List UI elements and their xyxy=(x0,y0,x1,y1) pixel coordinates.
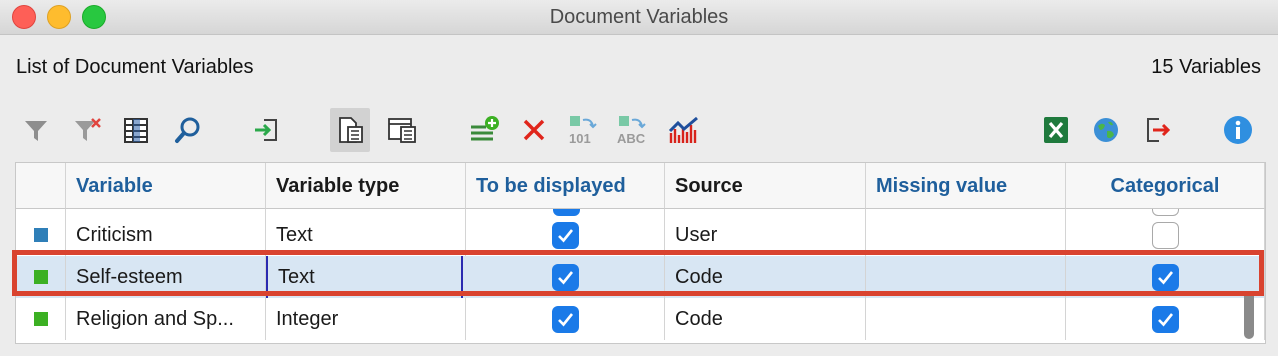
checkmark-icon xyxy=(557,312,573,326)
column-header-to-be-displayed[interactable]: To be displayed xyxy=(466,163,665,209)
variable-count: 15 Variables xyxy=(1151,56,1261,78)
missing-value-cell[interactable] xyxy=(866,298,1066,340)
add-variable-icon xyxy=(471,116,499,141)
document-variables-window: Document Variables List of Document Vari… xyxy=(0,0,1278,356)
add-variable-button[interactable] xyxy=(464,108,504,152)
column-header-variable-type[interactable]: Variable type xyxy=(266,163,466,209)
categorical-checkbox[interactable] xyxy=(1151,221,1179,249)
statistics-button[interactable] xyxy=(664,108,704,152)
search-button[interactable] xyxy=(168,108,208,152)
checkmark-icon xyxy=(1157,312,1173,326)
convert-to-number-icon: 101 xyxy=(569,116,597,146)
title-bar: Document Variables xyxy=(0,0,1278,35)
document-variables-button[interactable] xyxy=(330,108,370,152)
excel-export-icon xyxy=(1044,117,1068,143)
columns-icon xyxy=(124,118,148,143)
vertical-scrollbar[interactable] xyxy=(1244,291,1254,339)
export-icon xyxy=(1147,118,1171,142)
web-export-icon xyxy=(1094,118,1118,142)
filter-icon xyxy=(25,121,47,141)
excel-export-button[interactable] xyxy=(1036,108,1076,152)
export-button[interactable] xyxy=(1138,108,1178,152)
table-row[interactable]: Religion and Sp... Integer Code xyxy=(16,298,1265,340)
column-header-categorical[interactable]: Categorical xyxy=(1066,163,1265,209)
to-be-displayed-checkbox[interactable] xyxy=(551,221,579,249)
color-marker xyxy=(33,312,48,326)
checkmark-icon xyxy=(557,228,573,242)
info-button[interactable] xyxy=(1218,108,1258,152)
to-be-displayed-checkbox[interactable] xyxy=(551,305,579,333)
convert-number-button[interactable]: 101 xyxy=(564,108,604,152)
document-variables-icon xyxy=(339,117,363,143)
column-header-variable[interactable]: Variable xyxy=(66,163,266,209)
color-marker xyxy=(33,228,48,242)
clear-filter-icon xyxy=(75,118,101,141)
delete-icon xyxy=(523,119,545,141)
clear-filter-button[interactable] xyxy=(68,108,108,152)
convert-to-text-icon: ABC xyxy=(617,116,646,146)
svg-text:101: 101 xyxy=(569,131,591,146)
statistics-icon xyxy=(668,116,698,143)
convert-text-button[interactable]: ABC xyxy=(614,108,654,152)
column-header-source[interactable]: Source xyxy=(665,163,866,209)
variable-name-cell[interactable]: Religion and Sp... xyxy=(66,298,266,340)
variable-type-cell[interactable]: Integer xyxy=(266,298,466,340)
svg-text:ABC: ABC xyxy=(617,131,646,146)
code-variables-button[interactable] xyxy=(382,108,422,152)
column-header-color xyxy=(16,163,66,209)
filter-button[interactable] xyxy=(16,108,56,152)
code-variables-icon xyxy=(388,118,416,143)
search-icon xyxy=(175,117,200,143)
import-button[interactable] xyxy=(246,108,286,152)
categorical-checkbox[interactable] xyxy=(1151,305,1179,333)
web-export-button[interactable] xyxy=(1086,108,1126,152)
delete-variable-button[interactable] xyxy=(514,108,554,152)
import-icon xyxy=(255,119,277,141)
source-cell[interactable]: Code xyxy=(665,298,866,340)
window-title: Document Variables xyxy=(549,6,729,28)
columns-button[interactable] xyxy=(116,108,156,152)
highlight-box xyxy=(12,250,1264,296)
column-header-missing-value[interactable]: Missing value xyxy=(866,163,1066,209)
list-title: List of Document Variables xyxy=(16,56,254,78)
info-icon xyxy=(1224,116,1252,144)
